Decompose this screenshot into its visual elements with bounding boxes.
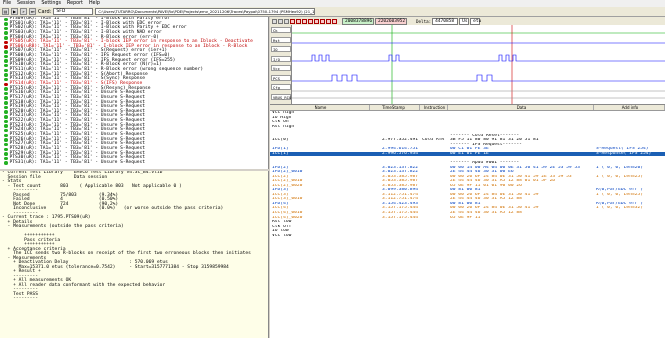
status-icon [4, 82, 8, 87]
status-icon [4, 22, 8, 26]
status-icon [4, 105, 8, 110]
status-icon [4, 156, 8, 161]
status-icon [4, 142, 8, 147]
signal-label[interactable]: Ck [271, 27, 291, 33]
tree-item-label: PTS31(uR): TA1='11' - TB3='81' - Unsure … [9, 159, 146, 165]
status-icon [4, 40, 8, 45]
status-icon [4, 152, 8, 156]
play-icon[interactable]: ▶ [11, 8, 18, 15]
status-icon [4, 96, 8, 100]
signal-label[interactable]: I/O [271, 55, 291, 62]
cell-info [594, 234, 665, 239]
marker-icon[interactable] [296, 18, 301, 24]
menu-item[interactable]: Session [17, 1, 35, 6]
marker-icon[interactable] [320, 18, 325, 24]
marker-icon[interactable] [314, 18, 319, 24]
cell-ins [420, 234, 448, 239]
tree-item[interactable]: PTS31(uR): TA1='11' - TB3='81' - Unsure … [0, 159, 268, 166]
signal-label[interactable]: Rst [271, 36, 291, 43]
column-header[interactable]: TimeStamp [370, 105, 420, 110]
card-label: Card: [38, 8, 52, 15]
status-icon [4, 68, 8, 73]
signal-label[interactable]: PCS [271, 74, 291, 81]
delta-field[interactable]: 4470858 [432, 17, 459, 25]
zoom-in-icon[interactable] [272, 18, 277, 24]
waveform-toolbar: 2008378896 2202603952 Delta: 4470858 Us … [270, 17, 665, 25]
signal-labels: Ck Rst IO I/O Vcc PCS Cfg VBUS_RIO [270, 25, 292, 104]
waveform-panel: 2008378896 2202603952 Delta: 4470858 Us … [270, 17, 665, 105]
status-icon [4, 110, 8, 114]
cell-name: Vcc low [272, 233, 292, 238]
status-icon [4, 73, 8, 77]
marker-icon[interactable] [326, 18, 331, 24]
trace-path-field[interactable]: C:\Users\TUTARRO\Documents\PAVE\Rx\PDE\P… [95, 8, 316, 15]
status-icon [4, 59, 8, 63]
marker-icon[interactable] [290, 18, 295, 24]
cell-data [448, 234, 594, 239]
status-icon [4, 63, 8, 68]
unit-select[interactable]: Us [459, 17, 470, 25]
status-icon [4, 133, 8, 138]
detail-line: --------- [2, 296, 38, 301]
status-icon [4, 124, 8, 128]
open-icon[interactable]: ▤ [2, 8, 9, 15]
main-toolbar: ▤ ▶ » ⏭ Card: SFD C:\Users\TUTARRO\Docum… [0, 7, 665, 17]
delta-label: Delta: [416, 18, 432, 24]
status-icon [4, 50, 8, 54]
status-icon [4, 128, 8, 133]
status-icon [4, 101, 8, 105]
end-icon[interactable]: ⏭ [29, 8, 36, 15]
status-icon [4, 45, 8, 49]
marker-icon[interactable] [302, 18, 307, 24]
status-icon [4, 119, 8, 124]
zoom-out-icon[interactable] [278, 18, 283, 24]
signal-label[interactable]: IO [271, 46, 291, 52]
marker-icon[interactable] [308, 18, 313, 24]
column-header[interactable]: Instruction [420, 105, 448, 110]
scale-select[interactable]: etu [470, 17, 481, 25]
vcc-trace [292, 74, 665, 82]
marker-icon[interactable] [332, 18, 337, 24]
status-icon [4, 77, 8, 82]
table-row[interactable]: Vcc low [270, 234, 665, 239]
signal-label[interactable]: Cfg [271, 84, 291, 90]
status-icon [4, 87, 8, 91]
status-icon [4, 26, 8, 31]
status-icon [4, 161, 8, 165]
status-icon [4, 147, 8, 151]
card-select[interactable]: SFD [53, 8, 94, 15]
status-icon [4, 54, 8, 59]
menu-item[interactable]: Report [67, 1, 83, 6]
menu-item[interactable]: File [3, 1, 11, 6]
signal-label[interactable]: Vcc [271, 65, 291, 71]
cursor1-time[interactable]: 2008378896 [342, 17, 374, 25]
waveform-canvas[interactable] [292, 25, 665, 105]
status-icon [4, 138, 8, 142]
column-header[interactable]: Data [448, 105, 594, 110]
cell-ts [370, 234, 420, 239]
menu-item[interactable]: Help [89, 1, 100, 6]
test-tree: PTS09(uR): TA1='11' - TB3='81' - I-Block… [0, 17, 269, 169]
status-icon [4, 91, 8, 96]
fast-forward-icon[interactable]: » [20, 8, 27, 15]
io-trace [292, 54, 665, 62]
signal-label[interactable]: VBUS_RIO [271, 93, 291, 100]
column-header[interactable]: Add info [594, 105, 665, 110]
status-icon [4, 17, 8, 22]
column-header[interactable]: Name [270, 105, 370, 110]
detail-panel: - Current Test Library EMVCo Test Librar… [0, 171, 269, 338]
status-icon [4, 36, 8, 40]
menu-bar: File Session Settings Report Help [0, 0, 665, 7]
event-table: Name TimeStamp Instruction Data Add info Vcc… [270, 105, 665, 338]
status-icon [4, 115, 8, 119]
cursor2-time[interactable]: 2202603952 [375, 17, 407, 25]
menu-item[interactable]: Settings [41, 1, 61, 6]
zoom-fit-icon[interactable] [284, 18, 289, 24]
status-icon [4, 31, 8, 35]
